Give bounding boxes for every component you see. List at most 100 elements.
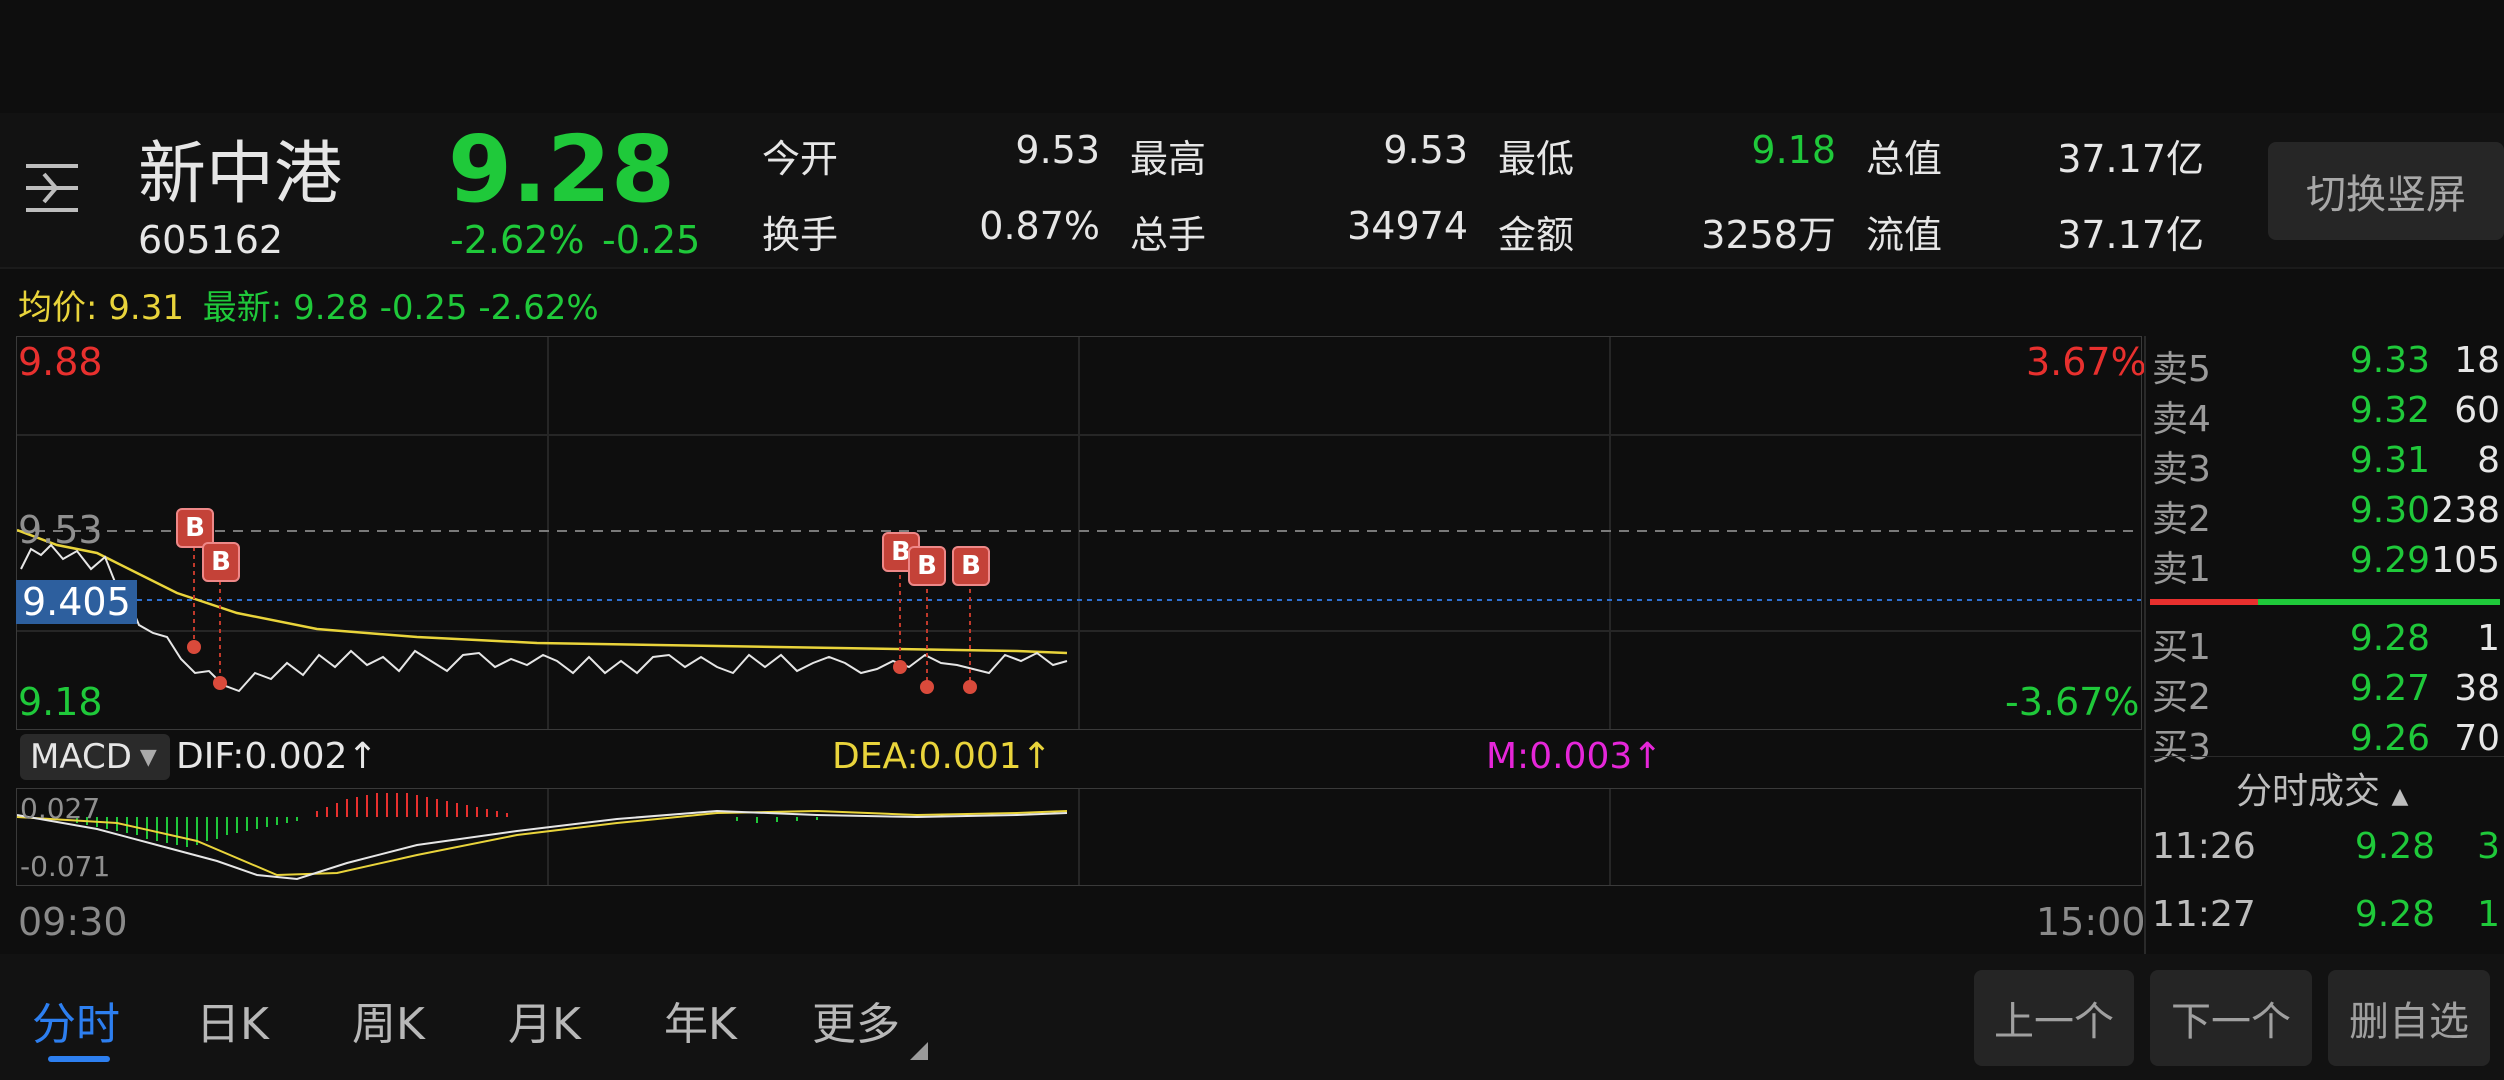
- orderbook-level-label: 卖3: [2152, 449, 2211, 490]
- orderbook-row[interactable]: 买3 9.26 70: [2150, 718, 2500, 768]
- macd-top-label: 0.027: [20, 792, 101, 825]
- ref-price-label: 9.53: [18, 508, 103, 552]
- orderbook-price: 9.27: [2349, 668, 2430, 709]
- avg-value: 9.31: [108, 288, 184, 328]
- stat-value: 37.17亿: [2057, 213, 2204, 257]
- orderbook-row[interactable]: 买1 9.28 1: [2150, 618, 2500, 668]
- orderbook-row[interactable]: 卖5 9.33 18: [2150, 340, 2500, 390]
- orderbook-separator: [2150, 756, 2504, 757]
- tab-intraday[interactable]: 分时: [32, 988, 120, 1052]
- more-corner-icon: [910, 1042, 928, 1060]
- orderbook-price: 9.28: [2349, 618, 2430, 659]
- macd-chart[interactable]: [16, 788, 2142, 886]
- latest-pct: -2.62%: [478, 288, 599, 328]
- buy-marker[interactable]: B: [202, 542, 240, 582]
- menu-icon[interactable]: [22, 160, 82, 216]
- stat-label: 金额: [1498, 213, 1575, 257]
- time-end-label: 15:00: [2036, 900, 2146, 944]
- stat-value: 9.53: [1015, 128, 1100, 172]
- pct-bottom: -3.67%: [2005, 680, 2140, 724]
- stock-change-pct: -2.62%: [450, 218, 585, 262]
- trade-volume: 1: [2477, 894, 2500, 935]
- orderbook-row[interactable]: 卖3 9.31 8: [2150, 440, 2500, 490]
- orderbook-volume: 38: [2454, 668, 2500, 709]
- next-button[interactable]: 下一个: [2150, 970, 2312, 1066]
- stat-value: 37.17亿: [2057, 137, 2204, 181]
- macd-dif: DIF:0.002↑: [176, 736, 378, 777]
- caret-up-icon: ▲: [2391, 784, 2409, 809]
- orderbook-divider: [2144, 336, 2146, 954]
- y-axis-top: 9.88: [18, 340, 103, 384]
- latest-label: 最新:: [202, 288, 283, 328]
- orderbook-volume: 1: [2477, 618, 2500, 659]
- stat-value: 34974: [1347, 204, 1468, 248]
- orderbook-volume: 8: [2477, 440, 2500, 481]
- buy-marker[interactable]: B: [952, 546, 990, 586]
- macd-m: M:0.003↑: [1486, 736, 1663, 777]
- tab-yearly-k[interactable]: 年K: [664, 988, 737, 1052]
- stat-label: 最低: [1498, 137, 1575, 181]
- stock-name: 新中港: [138, 135, 343, 214]
- orderbook-price: 9.30: [2349, 490, 2430, 531]
- orderbook-level-label: 卖4: [2152, 399, 2211, 440]
- orderbook-price: 9.32: [2349, 390, 2430, 431]
- trade-row: 11:27 9.28 1: [2150, 894, 2500, 944]
- orderbook-row[interactable]: 卖4 9.32 60: [2150, 390, 2500, 440]
- tab-monthly-k[interactable]: 月K: [508, 988, 581, 1052]
- time-start-label: 09:30: [18, 900, 128, 944]
- price-chart-svg: [16, 337, 2141, 729]
- intraday-price-chart[interactable]: [16, 336, 2142, 730]
- stat-label: 最高: [1130, 137, 1207, 181]
- macd-chart-svg: [16, 789, 1611, 885]
- prev-button[interactable]: 上一个: [1974, 970, 2134, 1066]
- cursor-price-label: 9.405: [16, 580, 137, 624]
- orderbook-level-label: 卖1: [2152, 549, 2211, 590]
- avg-label: 均价:: [18, 288, 98, 328]
- macd-selector-label: MACD: [30, 737, 132, 777]
- tab-weekly-k[interactable]: 周K: [352, 988, 425, 1052]
- spread-bar: [2150, 599, 2500, 605]
- pct-top: 3.67%: [2026, 340, 2147, 384]
- orderbook-row[interactable]: 卖2 9.30 238: [2150, 490, 2500, 540]
- stat-label: 今开: [762, 137, 839, 181]
- buy-marker[interactable]: B: [908, 546, 946, 586]
- trade-price: 9.28: [2354, 826, 2435, 867]
- trade-time: 11:26: [2152, 826, 2256, 867]
- y-axis-bottom: 9.18: [18, 680, 103, 724]
- avg-price-line: 均价: 9.31 最新: 9.28 -0.25 -2.62%: [18, 280, 599, 329]
- trades-header[interactable]: 分时成交 ▲: [2236, 762, 2408, 814]
- stock-price: 9.28: [448, 116, 675, 223]
- latest-change: -0.25: [379, 288, 468, 328]
- remove-watchlist-button[interactable]: 删自选: [2328, 970, 2490, 1066]
- active-tab-indicator: [48, 1056, 110, 1062]
- stat-value: 0.87%: [979, 204, 1100, 248]
- macd-dea: DEA:0.001↑: [832, 736, 1052, 777]
- trade-price: 9.28: [2354, 894, 2435, 935]
- tab-more[interactable]: 更多: [812, 988, 900, 1052]
- trade-volume: 3: [2477, 826, 2500, 867]
- orderbook-volume: 238: [2431, 490, 2500, 531]
- stat-value: 9.53: [1383, 128, 1468, 172]
- tab-daily-k[interactable]: 日K: [196, 988, 269, 1052]
- orderbook-volume: 70: [2454, 718, 2500, 759]
- orderbook-level-label: 买1: [2152, 627, 2211, 668]
- orderbook-level-label: 卖5: [2152, 349, 2211, 390]
- stock-change-abs: -0.25: [602, 218, 701, 262]
- orderbook-volume: 60: [2454, 390, 2500, 431]
- orderbook-volume: 18: [2454, 340, 2500, 381]
- switch-orientation-button[interactable]: 切换竖屏: [2268, 142, 2504, 240]
- stock-code: 605162: [138, 218, 284, 262]
- latest-value: 9.28: [293, 288, 369, 328]
- trades-title: 分时成交: [2236, 771, 2381, 812]
- orderbook-price: 9.31: [2349, 440, 2430, 481]
- stat-label: 换手: [762, 213, 839, 257]
- orderbook-level-label: 买2: [2152, 677, 2211, 718]
- dropdown-icon: ▼: [139, 744, 157, 770]
- trade-time: 11:27: [2152, 894, 2256, 935]
- macd-selector[interactable]: MACD ▼: [20, 734, 170, 780]
- orderbook-level-label: 买3: [2152, 727, 2211, 768]
- orderbook-row[interactable]: 买2 9.27 38: [2150, 668, 2500, 718]
- orderbook-price: 9.26: [2349, 718, 2430, 759]
- orderbook-row[interactable]: 卖1 9.29 105: [2150, 540, 2500, 590]
- stat-label: 总手: [1130, 213, 1207, 257]
